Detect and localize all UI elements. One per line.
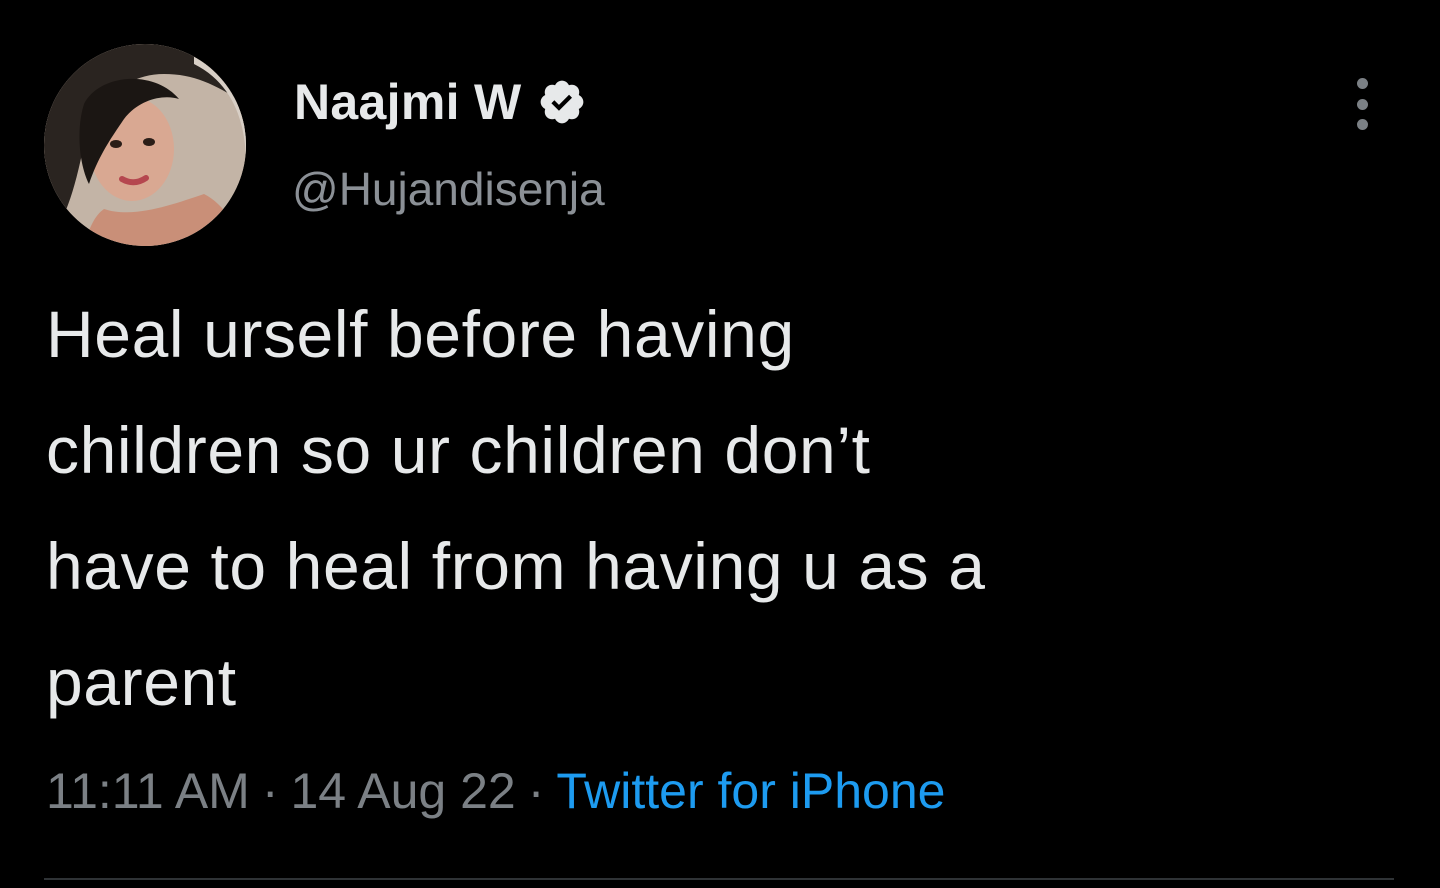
more-vertical-icon[interactable]: [1348, 78, 1376, 130]
tweet-source-link[interactable]: Twitter for iPhone: [556, 763, 945, 819]
tweet-text-line: parent: [46, 645, 237, 719]
avatar-photo: [44, 44, 246, 246]
tweet-detail: Naajmi W @Hujandisenja Heal urself befor…: [0, 0, 1440, 888]
tweet-text-line: children so ur children don’t: [46, 413, 871, 487]
tweet-text-line: Heal urself before having: [46, 297, 795, 371]
meta-separator: ·: [527, 763, 545, 819]
author-handle[interactable]: @Hujandisenja: [292, 162, 605, 216]
tweet-time[interactable]: 11:11 AM: [46, 763, 250, 819]
avatar[interactable]: [44, 44, 246, 246]
divider: [44, 878, 1394, 880]
verified-badge-icon: [541, 80, 584, 124]
tweet-date[interactable]: 14 Aug 22: [291, 763, 516, 819]
author-name-row[interactable]: Naajmi W: [294, 70, 587, 134]
tweet-text-line: have to heal from having u as a: [46, 529, 986, 603]
more-dot: [1356, 119, 1368, 130]
author-display-name[interactable]: Naajmi W: [294, 73, 521, 131]
more-dot: [1356, 98, 1368, 110]
more-dot: [1356, 78, 1368, 89]
tweet-metadata: 11:11 AM · 14 Aug 22 · Twitter for iPhone: [46, 762, 945, 820]
meta-separator: ·: [261, 763, 279, 819]
tweet-text: Heal urself before having children so ur…: [46, 276, 1386, 740]
